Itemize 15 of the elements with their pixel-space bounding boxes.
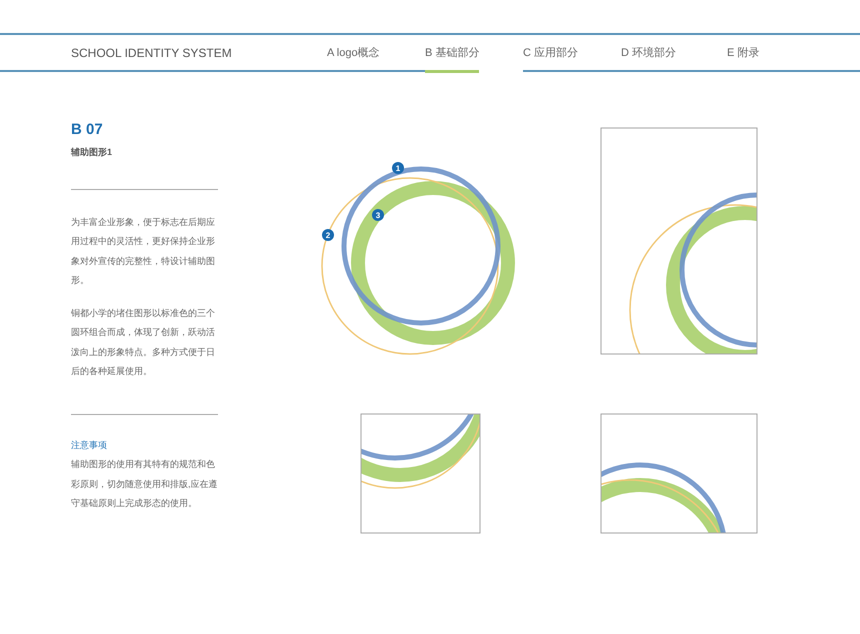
- notes-text: 辅助图形的使用有其特有的规范和色彩原则，切勿随意使用和排版,应在遵守基础原则上完成形态的使用。: [71, 458, 218, 510]
- number-badge: 3: [372, 209, 384, 221]
- nav-tab[interactable]: D 环境部分: [621, 35, 719, 72]
- nav-tab[interactable]: E 附录: [719, 35, 860, 72]
- number-badge: 1: [392, 162, 404, 174]
- header-title: SCHOOL IDENTITY SYSTEM: [0, 35, 327, 72]
- description-text: 铜都小学的堵住图形以标准色的三个圆环组合而成，体现了创新，跃动活泼向上的形象特点。多种方式便于日后的各种延展使用。: [71, 306, 216, 378]
- nav-tab[interactable]: A logo概念: [327, 35, 425, 72]
- nav-tab[interactable]: B 基础部分: [425, 35, 523, 72]
- section-code: B 07: [71, 121, 104, 139]
- description-text: 为丰富企业形象，便于标志在后期应用过程中的灵活性，更好保持企业形象对外宣传的完整性，特设计辅助图形。: [71, 216, 216, 287]
- section-title: 辅助图形1: [71, 146, 114, 159]
- nav-tab[interactable]: C 应用部分: [523, 35, 621, 72]
- notes-heading: 注意事项: [71, 438, 108, 452]
- number-badge: 2: [322, 229, 334, 241]
